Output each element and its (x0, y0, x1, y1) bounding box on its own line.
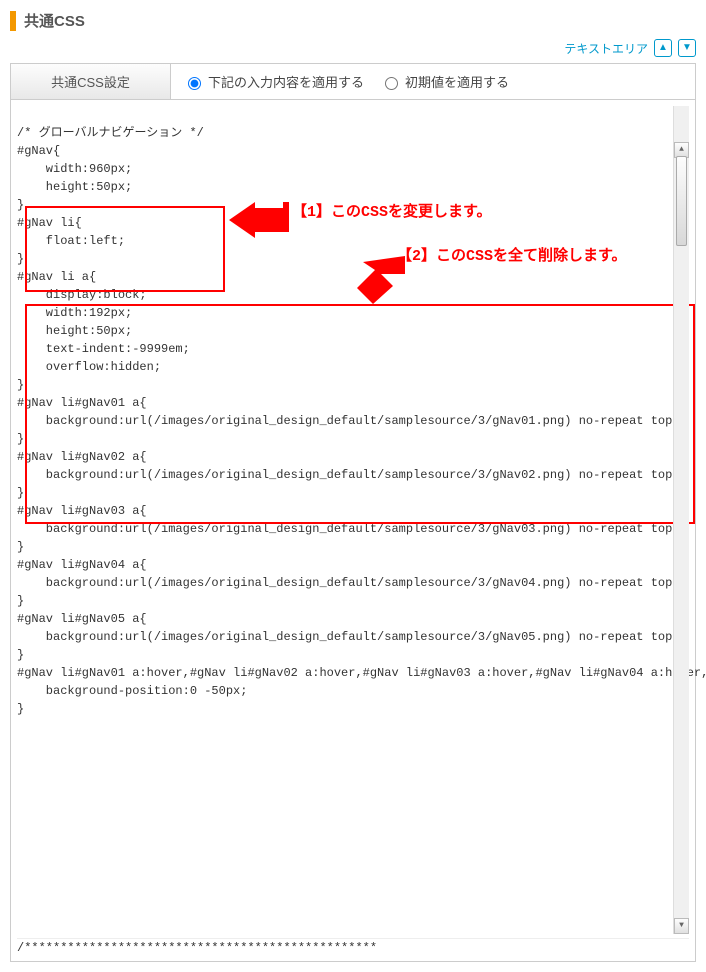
tab-options: 下記の入力内容を適用する 初期値を適用する (171, 66, 695, 97)
expand-down-button[interactable]: ▼ (678, 39, 696, 57)
radio-apply-default[interactable]: 初期値を適用する (380, 72, 509, 91)
text-area-link[interactable]: テキストエリア (564, 40, 648, 57)
scroll-thumb[interactable] (676, 156, 687, 246)
radio-apply-default-control[interactable] (385, 77, 398, 90)
arrow-up-icon: ▲ (658, 43, 668, 53)
vertical-scrollbar[interactable]: ▲ ▼ (673, 106, 689, 934)
code-editor-frame: /* グローバルナビゲーション */ #gNav{ width:960px; h… (10, 100, 696, 962)
code-editor[interactable]: /* グローバルナビゲーション */ #gNav{ width:960px; h… (17, 106, 689, 934)
scroll-down-button[interactable]: ▼ (674, 918, 689, 934)
page-title: 共通CSS (10, 10, 696, 31)
code-block-a: #gNav li a{ display:block; width:192px; … (17, 270, 190, 392)
radio-apply-input-control[interactable] (188, 77, 201, 90)
code-foot-comment: /***************************************… (17, 938, 689, 955)
code-line: /* グローバルナビゲーション */ (17, 126, 204, 140)
radio-apply-input-label: 下記の入力内容を適用する (208, 72, 364, 91)
top-toolbar: テキストエリア ▲ ▼ (10, 39, 696, 57)
code-block-li: #gNav li{ float:left; } (17, 216, 125, 266)
code-block-navrules: #gNav li#gNav01 a{ background:url(/image… (17, 396, 706, 716)
title-accent-bar (10, 11, 16, 31)
annotation-arrow-1-icon (229, 202, 289, 238)
annotation-callout-1: 【1】このCSSを変更します。 (292, 202, 492, 225)
radio-apply-input[interactable]: 下記の入力内容を適用する (183, 72, 364, 91)
code-block-gnav: #gNav{ width:960px; height:50px; } (17, 144, 132, 212)
arrow-down-icon: ▼ (682, 43, 692, 53)
tab-row: 共通CSS設定 下記の入力内容を適用する 初期値を適用する (10, 63, 696, 100)
radio-apply-default-label: 初期値を適用する (405, 72, 509, 91)
expand-up-button[interactable]: ▲ (654, 39, 672, 57)
annotation-callout-2: 【2】このCSSを全て削除します。 (397, 246, 627, 269)
tab-common-css[interactable]: 共通CSS設定 (11, 64, 171, 99)
page-title-text: 共通CSS (24, 10, 85, 31)
